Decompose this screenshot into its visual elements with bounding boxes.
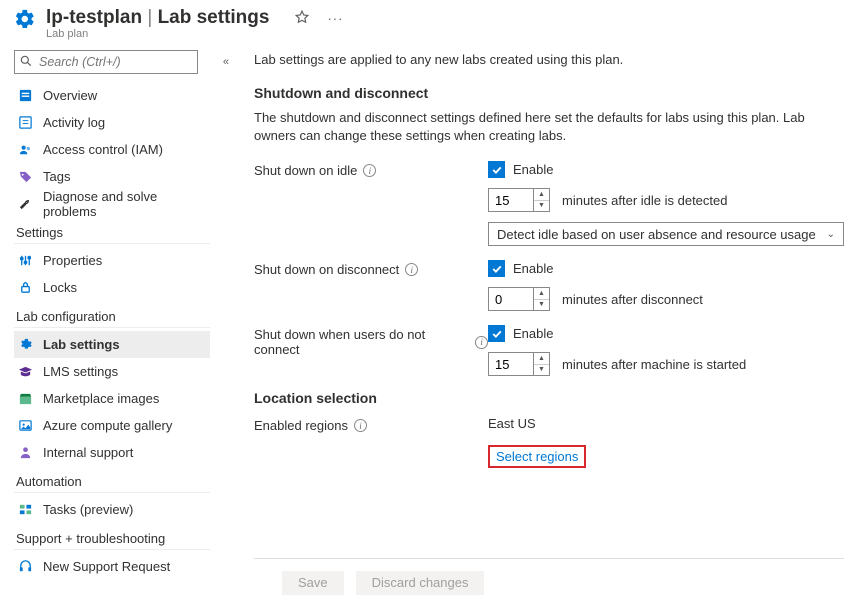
info-icon[interactable]: i — [363, 164, 376, 177]
sidebar-item-new-support[interactable]: New Support Request — [14, 553, 210, 580]
sidebar-item-label: Tasks (preview) — [43, 502, 133, 517]
overview-icon — [18, 88, 33, 103]
sidebar-item-tags[interactable]: Tags — [14, 163, 210, 190]
save-button[interactable]: Save — [282, 571, 344, 595]
sidebar-item-locks[interactable]: Locks — [14, 274, 210, 301]
spinner-up-icon[interactable]: ▲ — [534, 189, 549, 201]
spinner-noconnect-minutes[interactable]: ▲▼ — [488, 352, 550, 376]
sidebar-item-label: Activity log — [43, 115, 105, 130]
label-shutdown-disconnect: Shut down on disconnect i — [254, 260, 488, 277]
checkbox-disconnect-enable[interactable] — [488, 260, 505, 277]
tasks-icon — [18, 502, 33, 517]
sliders-icon — [18, 253, 33, 268]
footer-bar: Save Discard changes — [254, 558, 844, 606]
checkbox-label: Enable — [513, 326, 553, 341]
checkbox-label: Enable — [513, 261, 553, 276]
dropdown-idle-detect[interactable]: Detect idle based on user absence and re… — [488, 222, 844, 246]
chevron-down-icon: ⌄ — [827, 229, 835, 240]
spinner-input[interactable] — [489, 189, 533, 211]
sidebar-item-support[interactable]: Internal support — [14, 439, 210, 466]
spinner-down-icon[interactable]: ▼ — [534, 201, 549, 212]
tag-icon — [18, 169, 33, 184]
store-icon — [18, 391, 33, 406]
checkbox-idle-enable[interactable] — [488, 161, 505, 178]
label-shutdown-noconnect: Shut down when users do not connect i — [254, 325, 488, 357]
section-shutdown-title: Shutdown and disconnect — [254, 85, 844, 101]
collapse-sidebar-icon[interactable]: « — [223, 56, 226, 68]
region-value: East US — [488, 416, 844, 431]
label-shutdown-idle: Shut down on idle i — [254, 161, 488, 178]
lock-icon — [18, 280, 33, 295]
sidebar-item-tasks[interactable]: Tasks (preview) — [14, 496, 210, 523]
headset-icon — [18, 559, 33, 574]
favorite-star-icon[interactable] — [295, 10, 309, 27]
sidebar-item-label: Diagnose and solve problems — [43, 189, 210, 219]
sidebar-item-label: Locks — [43, 280, 77, 295]
main-content: Lab settings are applied to any new labs… — [220, 50, 850, 606]
sidebar-group-settings: Settings — [14, 217, 210, 244]
people-icon — [18, 142, 33, 157]
sidebar-item-overview[interactable]: Overview — [14, 82, 210, 109]
sidebar-item-label: Overview — [43, 88, 97, 103]
sidebar-item-label: Tags — [43, 169, 70, 184]
search-icon — [19, 54, 33, 68]
sidebar-group-support: Support + troubleshooting — [14, 523, 210, 550]
search-input[interactable] — [14, 50, 198, 74]
info-text: Lab settings are applied to any new labs… — [254, 52, 844, 67]
checkbox-noconnect-enable[interactable] — [488, 325, 505, 342]
spinner-down-icon[interactable]: ▼ — [534, 300, 549, 311]
section-shutdown-desc: The shutdown and disconnect settings def… — [254, 109, 844, 145]
gear-icon — [14, 8, 36, 30]
spinner-up-icon[interactable]: ▲ — [534, 288, 549, 300]
checkbox-label: Enable — [513, 162, 553, 177]
sidebar-item-label: Azure compute gallery — [43, 418, 172, 433]
dropdown-value: Detect idle based on user absence and re… — [497, 227, 816, 242]
sidebar-item-activity-log[interactable]: Activity log — [14, 109, 210, 136]
after-text: minutes after idle is detected — [562, 193, 727, 208]
info-icon[interactable]: i — [354, 419, 367, 432]
sidebar-item-label: Lab settings — [43, 337, 120, 352]
info-icon[interactable]: i — [475, 336, 488, 349]
spinner-input[interactable] — [489, 288, 533, 310]
sidebar-item-iam[interactable]: Access control (IAM) — [14, 136, 210, 163]
page-header: lp-testplan | Lab settings Lab plan ··· — [14, 6, 850, 40]
spinner-idle-minutes[interactable]: ▲▼ — [488, 188, 550, 212]
spinner-disconnect-minutes[interactable]: ▲▼ — [488, 287, 550, 311]
label-enabled-regions: Enabled regions i — [254, 416, 488, 433]
sidebar-item-lms[interactable]: LMS settings — [14, 358, 210, 385]
discard-button[interactable]: Discard changes — [356, 571, 485, 595]
page-title: lp-testplan | Lab settings — [46, 6, 269, 30]
sidebar-item-gallery[interactable]: Azure compute gallery — [14, 412, 210, 439]
after-text: minutes after machine is started — [562, 357, 746, 372]
sidebar-item-properties[interactable]: Properties — [14, 247, 210, 274]
graduation-icon — [18, 364, 33, 379]
sidebar-item-label: Internal support — [43, 445, 133, 460]
sidebar-item-label: Marketplace images — [43, 391, 159, 406]
select-regions-link[interactable]: Select regions — [496, 449, 578, 464]
sidebar-item-label: New Support Request — [43, 559, 170, 574]
wrench-icon — [18, 196, 33, 211]
spinner-up-icon[interactable]: ▲ — [534, 353, 549, 365]
spinner-down-icon[interactable]: ▼ — [534, 365, 549, 376]
sidebar-item-diagnose[interactable]: Diagnose and solve problems — [14, 190, 210, 217]
sidebar-group-labconfig: Lab configuration — [14, 301, 210, 328]
sidebar-item-label: Access control (IAM) — [43, 142, 163, 157]
gallery-icon — [18, 418, 33, 433]
sidebar-item-lab-settings[interactable]: Lab settings — [14, 331, 210, 358]
person-icon — [18, 445, 33, 460]
sidebar-item-label: LMS settings — [43, 364, 118, 379]
after-text: minutes after disconnect — [562, 292, 703, 307]
sidebar-item-marketplace[interactable]: Marketplace images — [14, 385, 210, 412]
more-icon[interactable]: ··· — [327, 11, 343, 26]
sidebar-group-automation: Automation — [14, 466, 210, 493]
sidebar-item-label: Properties — [43, 253, 102, 268]
sidebar: « Overview Activity log Access control (… — [14, 50, 220, 606]
gear-icon — [18, 337, 33, 352]
section-location-title: Location selection — [254, 390, 844, 406]
activity-log-icon — [18, 115, 33, 130]
info-icon[interactable]: i — [405, 263, 418, 276]
search-box[interactable] — [14, 50, 198, 74]
spinner-input[interactable] — [489, 353, 533, 375]
